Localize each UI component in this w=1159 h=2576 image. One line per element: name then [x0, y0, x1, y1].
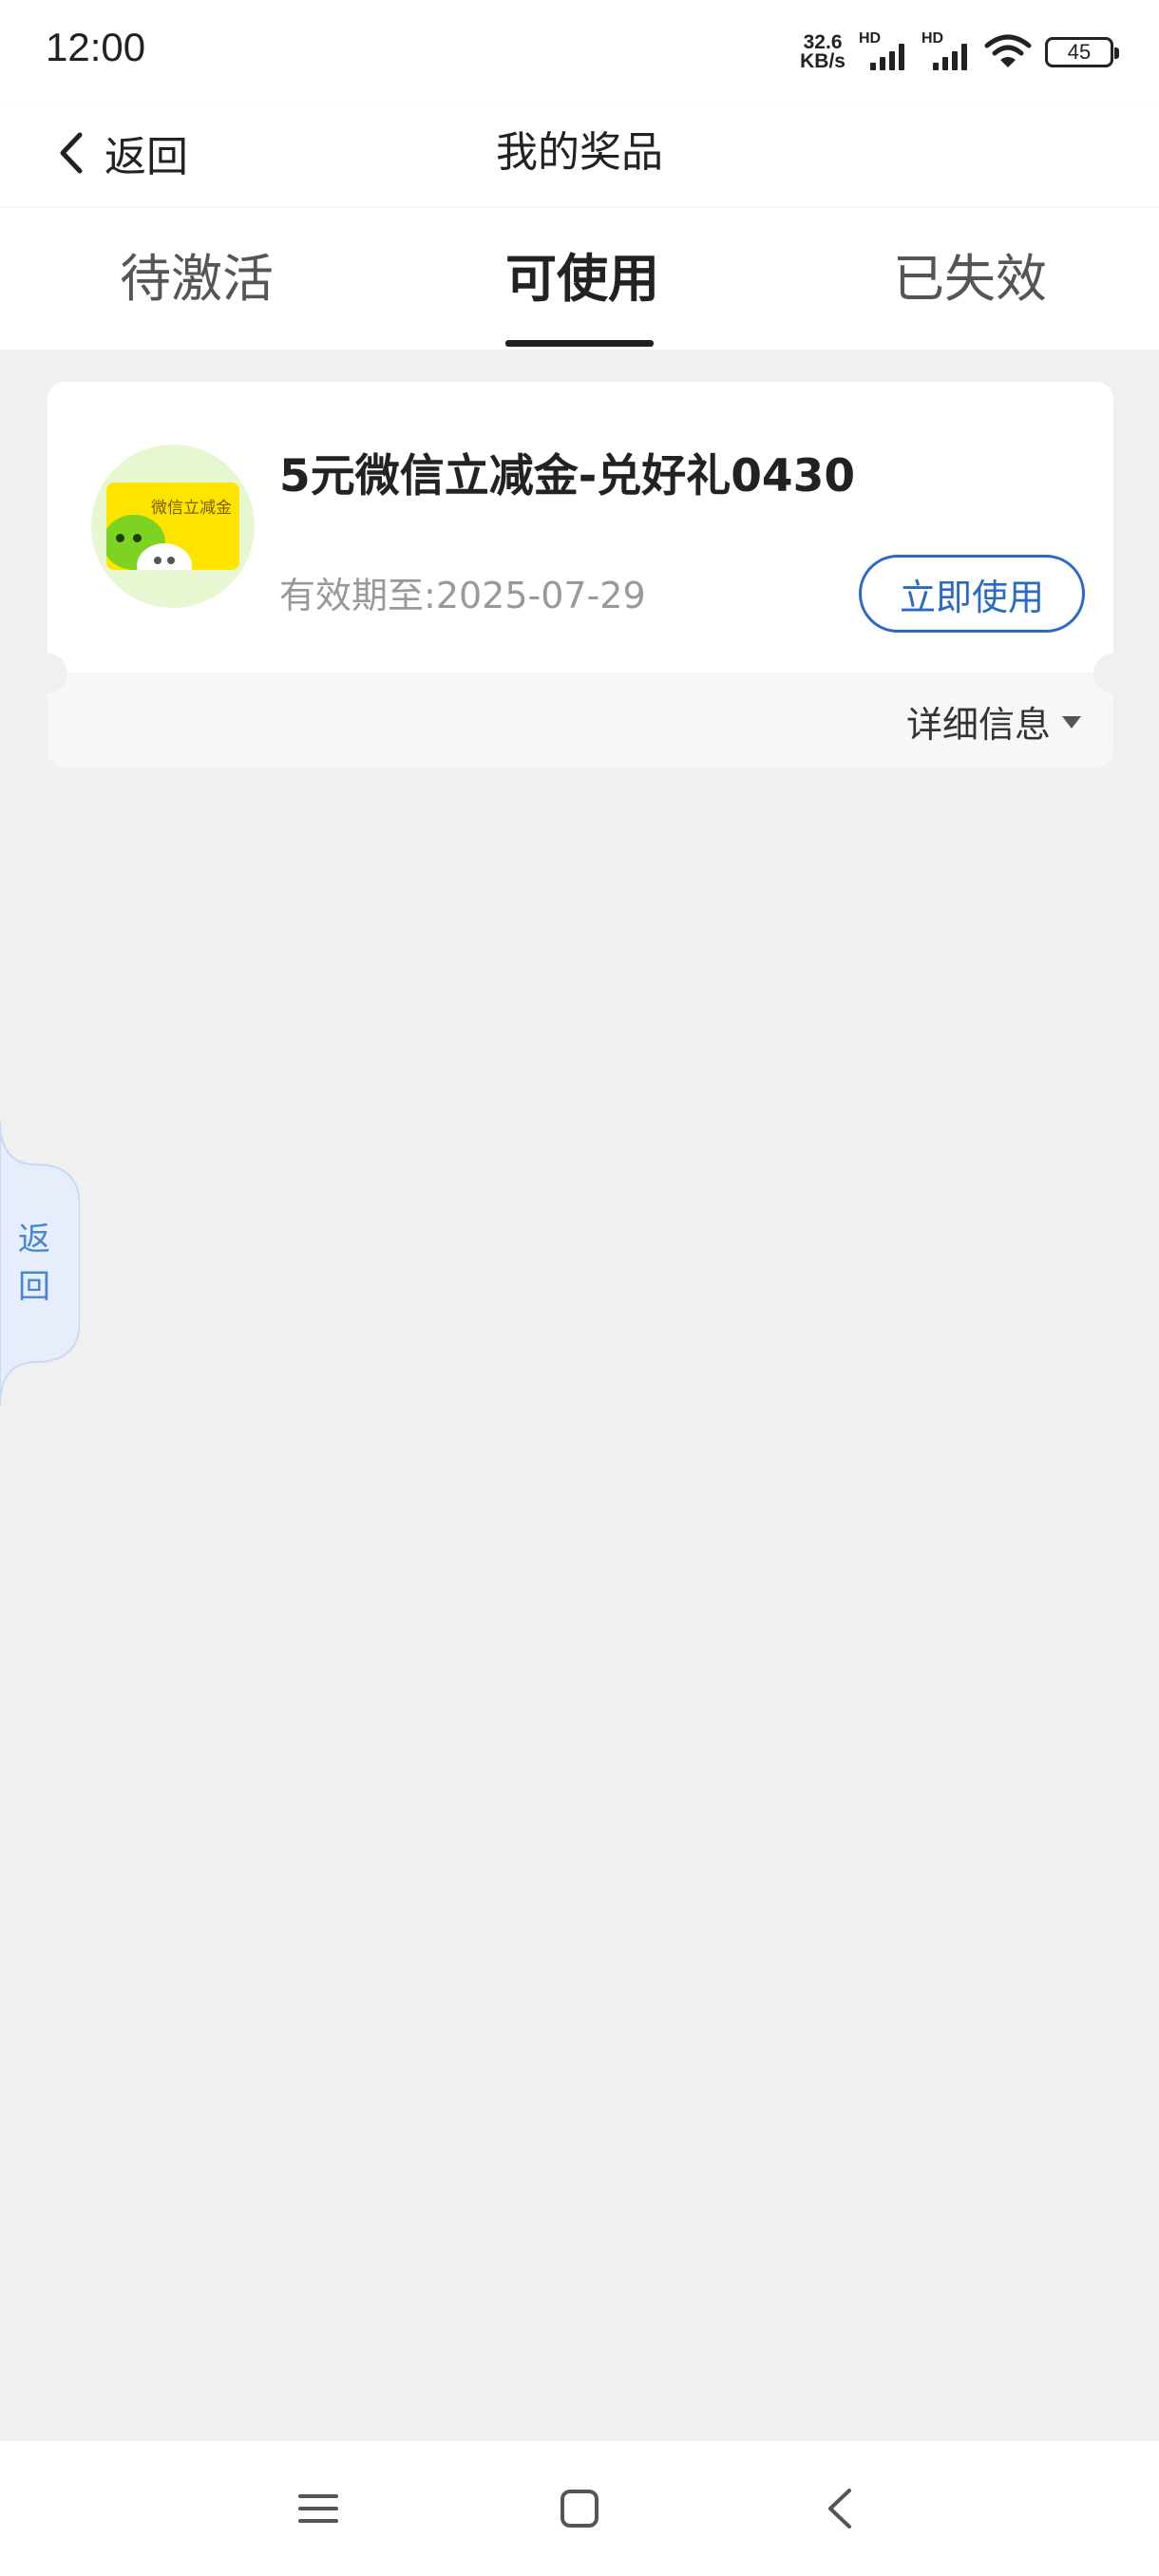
details-toggle[interactable]: 详细信息	[906, 695, 1083, 748]
validity: 有效期至:2025-07-29	[279, 566, 646, 618]
tab-pending-activation[interactable]: 待激活	[120, 246, 274, 313]
thumbnail-text: 微信立减金	[151, 499, 232, 518]
validity-label: 有效期至:	[279, 575, 436, 616]
prize-name: 5元微信立减金-兑好礼0430	[279, 450, 856, 502]
wifi-icon	[984, 34, 1032, 67]
home-icon	[560, 2490, 598, 2528]
validity-date: 2025-07-29	[435, 575, 646, 616]
page-title: 我的奖品	[496, 128, 663, 177]
prize-card: 微信立减金 5元微信立减金-兑好礼0430 有效期至:2025-07-29 立即…	[28, 382, 1133, 767]
caret-down-icon	[1062, 715, 1081, 729]
wechat-voucher-image: 微信立减金	[106, 483, 239, 570]
use-now-button[interactable]: 立即使用	[859, 555, 1085, 633]
status-icons: 32.6 KB/s HD HD 45	[800, 28, 1119, 76]
signal-icon-sim1: HD	[859, 30, 908, 74]
sim1-hd-label: HD	[859, 30, 882, 47]
side-back-char-1: 返	[18, 1221, 50, 1259]
card-notch-left	[28, 653, 67, 693]
side-back-char-2: 回	[18, 1268, 50, 1306]
nav-menu-button[interactable]	[285, 2475, 352, 2542]
tab-bar: 待激活 可使用 已失效	[0, 207, 1159, 350]
card-notch-right	[1093, 653, 1133, 693]
status-time: 12:00	[46, 25, 146, 69]
network-speed-value: 32.6	[803, 31, 843, 53]
battery-icon: 45	[1045, 37, 1119, 67]
page: 12:00 32.6 KB/s HD HD 45 返回 我的奖品 待激活 可使用…	[0, 0, 1159, 2576]
nav-back-button[interactable]	[808, 2475, 874, 2542]
prize-thumbnail: 微信立减金	[91, 445, 255, 608]
menu-icon	[298, 2494, 338, 2523]
side-back-tab[interactable]: 返 回	[0, 1121, 80, 1406]
sim2-hd-label: HD	[922, 30, 944, 47]
status-bar: 12:00 32.6 KB/s HD HD 45	[0, 0, 1159, 101]
prize-card-footer: 详细信息	[48, 672, 1113, 767]
battery-level: 45	[1067, 40, 1092, 64]
details-label: 详细信息	[905, 704, 1051, 746]
system-nav-bar	[0, 2441, 1159, 2576]
network-speed-unit: KB/s	[800, 50, 846, 72]
side-back-label: 返 回	[15, 1216, 53, 1311]
network-speed: 32.6 KB/s	[800, 31, 846, 72]
tab-expired[interactable]: 已失效	[893, 246, 1047, 313]
signal-icon-sim2: HD	[922, 30, 971, 74]
nav-home-button[interactable]	[546, 2475, 613, 2542]
header: 返回 我的奖品	[0, 101, 1159, 207]
back-icon	[828, 2489, 851, 2529]
tab-available[interactable]: 可使用	[505, 246, 659, 313]
active-tab-indicator	[505, 340, 654, 347]
prize-card-main: 微信立减金 5元微信立减金-兑好礼0430 有效期至:2025-07-29 立即…	[48, 382, 1113, 672]
